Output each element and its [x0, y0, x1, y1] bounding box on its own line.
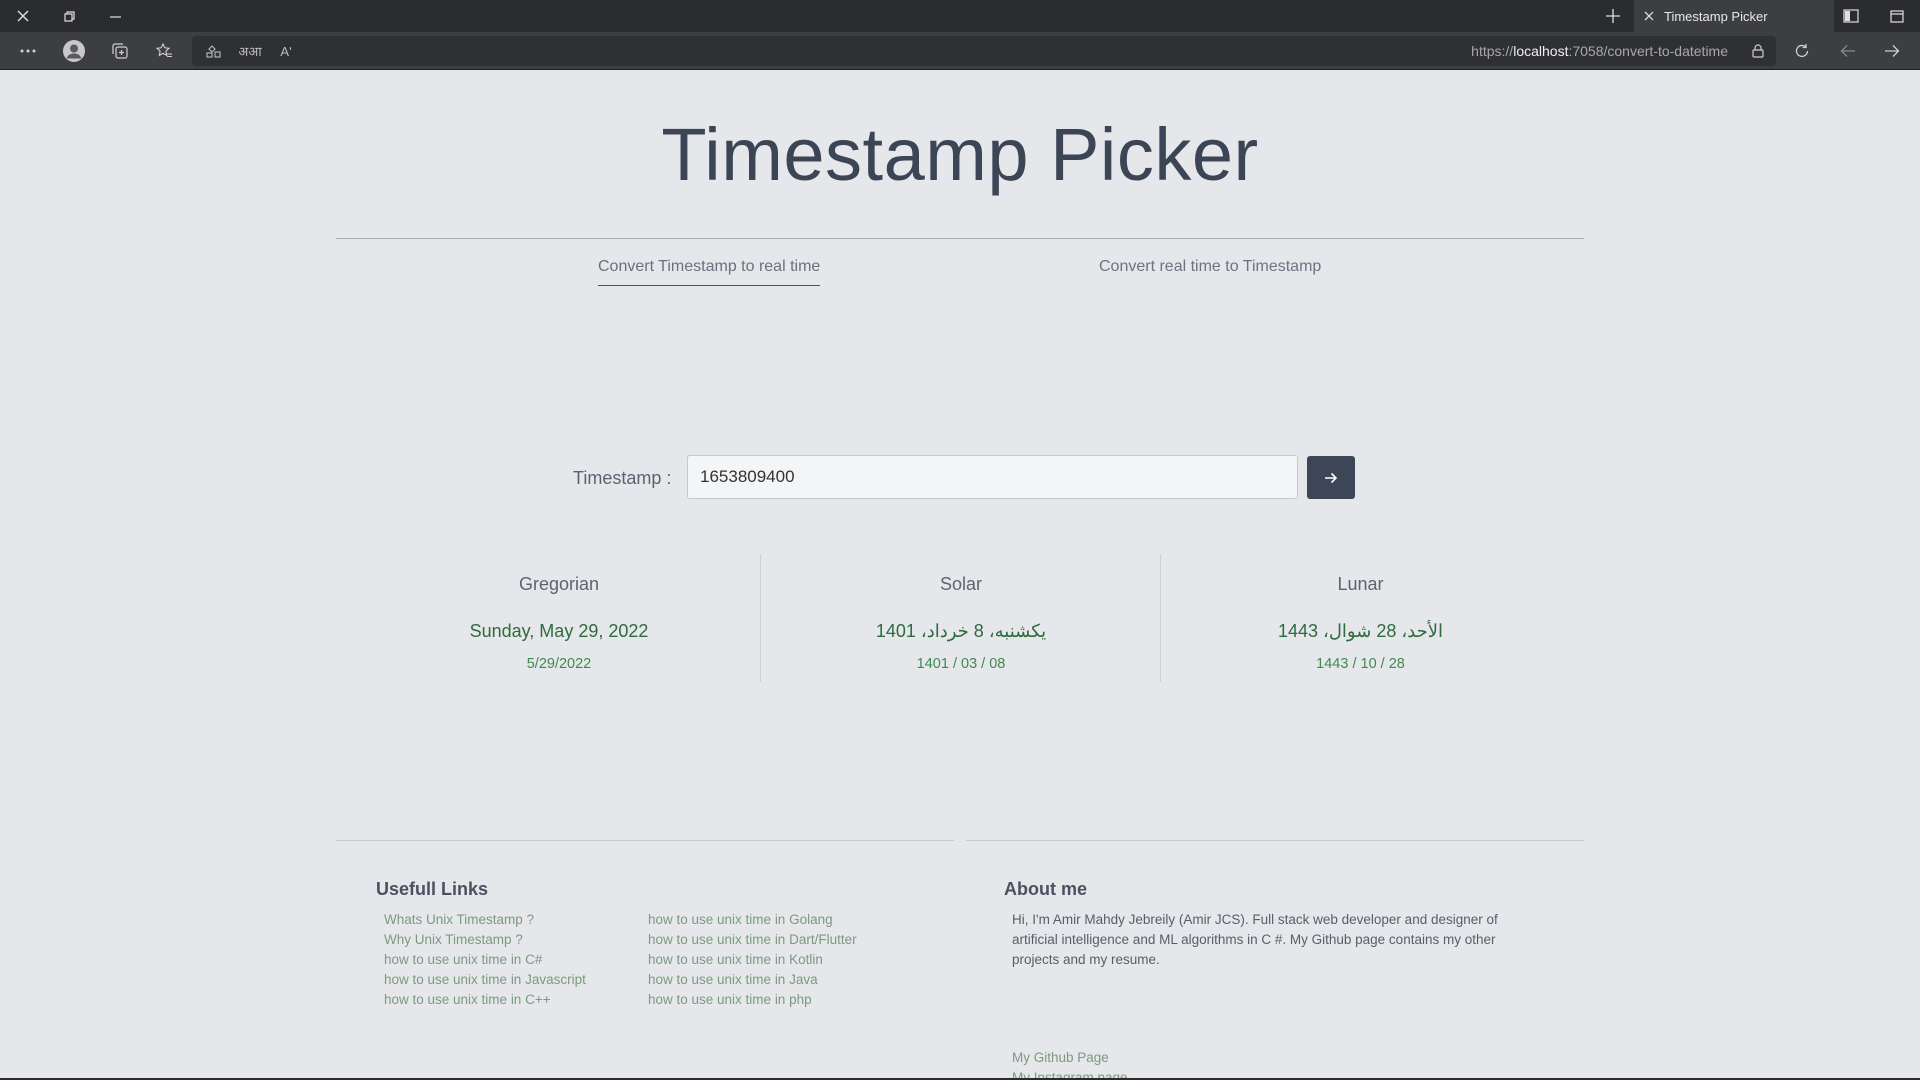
tab-title: Timestamp Picker — [1664, 8, 1768, 24]
lock-icon — [1752, 44, 1764, 58]
result-gregorian: Gregorian Sunday, May 29, 2022 5/29/2022 — [359, 554, 759, 682]
result-solar: Solar یکشنبه، 8 خرداد، 1401 1401 / 03 / … — [760, 554, 1161, 682]
tab-real-time-to-timestamp[interactable]: Convert real time to Timestamp — [1099, 258, 1321, 285]
result-long-date: الأحد، 28 شوال، 1443 — [1277, 621, 1443, 641]
close-icon — [1644, 11, 1654, 21]
footer-link[interactable]: how to use unix time in C++ — [384, 990, 586, 1010]
url-host: localhost — [1513, 43, 1569, 59]
translate-icon: अआ — [238, 44, 262, 59]
collections-button[interactable] — [98, 32, 142, 70]
footer-divider — [966, 840, 1584, 841]
read-aloud-icon: Aʹ — [280, 43, 292, 59]
refresh-icon — [1795, 44, 1809, 58]
footer-link[interactable]: Why Unix Timestamp ? — [384, 930, 586, 950]
forward-button[interactable] — [1870, 32, 1914, 70]
footer-link[interactable]: how to use unix time in Java — [648, 970, 857, 990]
footer-link[interactable]: how to use unix time in Javascript — [384, 970, 586, 990]
result-long-date: Sunday, May 29, 2022 — [469, 621, 649, 641]
timestamp-label: Timestamp : — [573, 468, 672, 488]
footer-divider — [336, 840, 954, 841]
result-short-date: 1401 / 03 / 08 — [916, 656, 1006, 672]
minimize-icon — [109, 15, 121, 18]
arrow-right-icon — [1885, 45, 1900, 57]
convert-button[interactable] — [1307, 456, 1355, 499]
translate-button[interactable]: अआ — [232, 36, 268, 66]
about-heading: About me — [1004, 879, 1087, 899]
window-maximize-button[interactable] — [1874, 0, 1920, 32]
result-heading: Lunar — [1337, 574, 1384, 594]
about-links-list: My Github Page My Instagram page — [1012, 1048, 1128, 1080]
footer-link[interactable]: how to use unix time in C# — [384, 950, 586, 970]
collections-icon — [112, 43, 128, 59]
result-lunar: Lunar الأحد، 28 شوال، 1443 1443 / 10 / 2… — [1160, 554, 1560, 682]
footer-link[interactable]: Whats Unix Timestamp ? — [384, 910, 586, 930]
profile-icon — [63, 40, 85, 62]
timestamp-input[interactable] — [687, 455, 1298, 499]
site-info-button[interactable] — [1752, 36, 1764, 66]
plus-icon — [1606, 9, 1620, 23]
page-content: Timestamp Picker Convert Timestamp to re… — [0, 70, 1920, 1080]
read-aloud-button[interactable]: Aʹ — [268, 36, 304, 66]
back-button[interactable] — [1826, 32, 1870, 70]
result-short-date: 1443 / 10 / 28 — [1316, 656, 1405, 672]
result-heading: Gregorian — [518, 574, 600, 594]
browser-titlebar: Timestamp Picker — [0, 0, 1920, 32]
result-heading: Solar — [939, 574, 983, 594]
window-restore-button[interactable] — [46, 0, 92, 32]
page-title: Timestamp Picker — [661, 113, 1259, 196]
result-long-date: یکشنبه، 8 خرداد، 1401 — [875, 621, 1047, 641]
favorites-button[interactable] — [142, 32, 186, 70]
vertical-tabs-icon — [1843, 9, 1859, 23]
github-link[interactable]: My Github Page — [1012, 1048, 1128, 1068]
new-tab-button[interactable] — [1590, 0, 1636, 32]
footer-link[interactable]: how to use unix time in Golang — [648, 910, 857, 930]
useful-links-list: Whats Unix Timestamp ? Why Unix Timestam… — [384, 910, 586, 1010]
tab-timestamp-to-real-time[interactable]: Convert Timestamp to real time — [598, 258, 821, 286]
url-prefix: https:// — [1471, 43, 1514, 59]
arrow-right-icon — [1325, 472, 1338, 483]
settings-more-button[interactable] — [6, 32, 50, 70]
window-close-button[interactable] — [0, 0, 46, 32]
url-path: :7058/convert-to-datetime — [1568, 43, 1728, 59]
footer-link[interactable]: how to use unix time in php — [648, 990, 857, 1010]
restore-icon — [63, 10, 75, 22]
result-short-date: 5/29/2022 — [526, 656, 592, 672]
footer-link[interactable]: how to use unix time in Dart/Flutter — [648, 930, 857, 950]
about-text: Hi, I'm Amir Mahdy Jebreily (Amir JCS). … — [1012, 912, 1498, 967]
window-minimize-button[interactable] — [92, 0, 138, 32]
close-icon — [17, 10, 29, 22]
app-available-icon — [206, 45, 221, 58]
favorites-icon — [155, 43, 172, 58]
url-text[interactable]: https://localhost:7058/convert-to-dateti… — [1471, 36, 1728, 66]
tab-close-button[interactable] — [1644, 11, 1654, 21]
profile-button[interactable] — [52, 32, 96, 70]
footer-link[interactable]: how to use unix time in Kotlin — [648, 950, 857, 970]
refresh-button[interactable] — [1780, 32, 1824, 70]
useful-links-list: how to use unix time in Golang how to us… — [648, 910, 857, 1010]
vertical-tabs-button[interactable] — [1828, 0, 1874, 32]
useful-links-heading: Usefull Links — [376, 879, 489, 899]
browser-tab[interactable]: Timestamp Picker — [1634, 0, 1834, 32]
browser-toolbar: अआ Aʹ https://localhost:7058/convert-to-… — [0, 32, 1920, 70]
maximize-icon — [1890, 9, 1904, 23]
arrow-left-icon — [1840, 45, 1855, 57]
divider — [336, 238, 1584, 239]
more-icon — [20, 49, 36, 53]
app-available-button[interactable] — [196, 36, 232, 66]
address-bar[interactable]: अआ Aʹ https://localhost:7058/convert-to-… — [192, 36, 1776, 66]
